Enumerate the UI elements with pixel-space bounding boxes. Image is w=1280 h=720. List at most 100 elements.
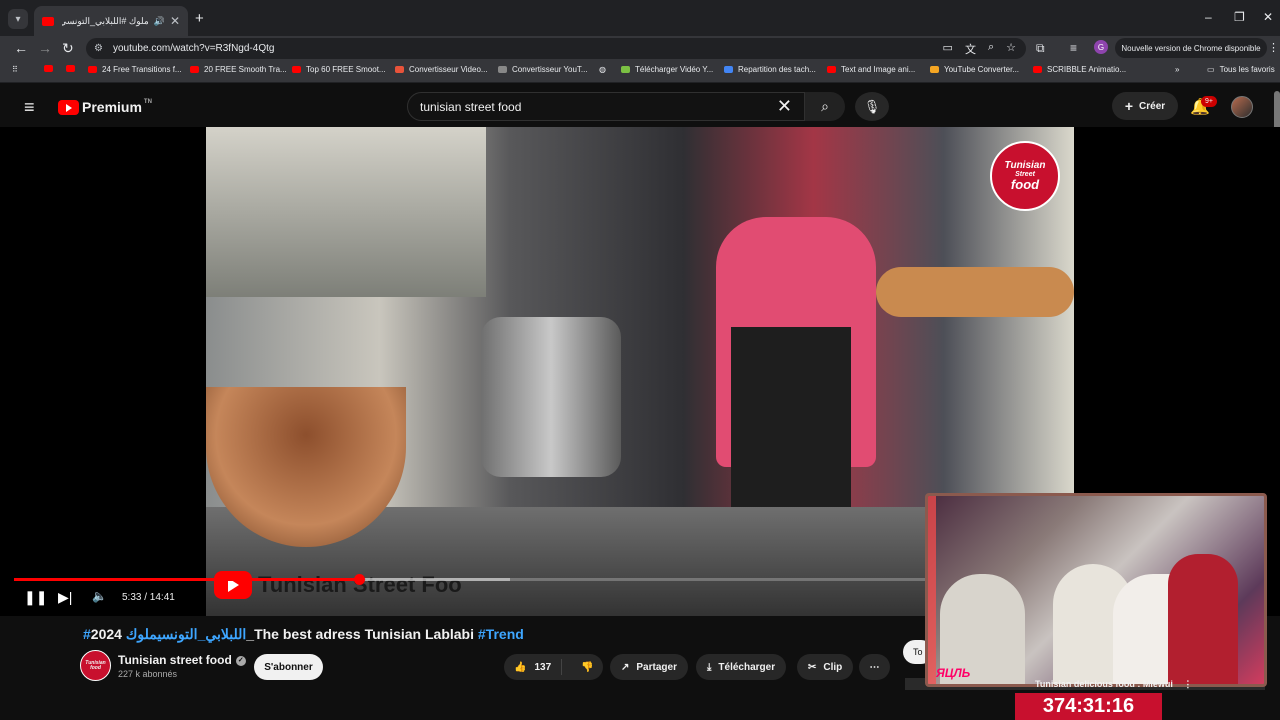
like-button[interactable]: 👍 137 bbox=[504, 659, 563, 675]
next-button[interactable]: ▶| bbox=[58, 589, 72, 606]
webcam-chair bbox=[1168, 554, 1238, 684]
minimize-button[interactable]: – bbox=[1205, 10, 1212, 24]
restore-button[interactable]: ❐ bbox=[1234, 10, 1245, 24]
create-button[interactable]: + Créer bbox=[1112, 92, 1178, 120]
bookmark-item[interactable]: 20 FREE Smooth Tra... bbox=[190, 65, 287, 74]
new-tab-button[interactable]: + bbox=[195, 10, 204, 27]
bookmark-youtube-1[interactable] bbox=[44, 65, 58, 72]
like-dislike-group: 👍 137 👎 bbox=[504, 654, 603, 680]
search-value[interactable]: tunisian street food bbox=[420, 100, 777, 114]
converter-icon bbox=[930, 66, 939, 73]
download-icon: ⤓ bbox=[707, 661, 712, 673]
close-window-button[interactable]: ✕ bbox=[1263, 10, 1273, 24]
bookmark-item[interactable]: Convertisseur Video... bbox=[395, 65, 488, 74]
zoom-icon[interactable]: ⌕ bbox=[988, 41, 994, 57]
search-icon: ⌕ bbox=[821, 98, 829, 114]
converter-icon bbox=[498, 66, 507, 73]
all-bookmarks-folder[interactable]: ▭ Tous les favoris bbox=[1207, 65, 1275, 74]
search-button[interactable]: ⌕ bbox=[805, 92, 845, 121]
forward-button[interactable]: → bbox=[38, 40, 52, 56]
media-control-icon[interactable]: ≡ bbox=[1070, 41, 1077, 55]
video-bread bbox=[876, 267, 1074, 317]
clip-button[interactable]: ✂ Clip bbox=[797, 654, 854, 680]
chrome-update-button[interactable]: Nouvelle version de Chrome disponible bbox=[1115, 38, 1267, 58]
speaker-icon[interactable]: 🔊 bbox=[154, 16, 165, 27]
download-button[interactable]: ⤓ Télécharger bbox=[696, 654, 787, 680]
download-icon bbox=[621, 66, 630, 73]
share-icon: ↗ bbox=[621, 661, 630, 673]
docs-icon bbox=[724, 66, 733, 73]
thumbs-down-icon: 👎 bbox=[581, 661, 594, 673]
progress-bar[interactable] bbox=[14, 574, 925, 585]
tab-title: ملوك #اللبلابي_التونسي (10) bbox=[62, 15, 149, 26]
url-text[interactable]: youtube.com/watch?v=R3fNgd-4Qtg bbox=[113, 43, 274, 54]
more-icon: ⋯ bbox=[869, 661, 880, 673]
chrome-menu-icon[interactable]: ⋮ bbox=[1268, 41, 1279, 54]
browser-tab-strip: ▾ ملوك #اللبلابي_التونسي (10) 🔊 ✕ + – ❐ … bbox=[0, 0, 1280, 36]
video-watermark: Tunisian Street Foo bbox=[214, 571, 462, 599]
clear-search-icon[interactable]: ✕ bbox=[777, 96, 792, 117]
youtube-play-icon bbox=[58, 99, 79, 115]
extensions-icon[interactable]: ⧉ bbox=[1036, 41, 1045, 56]
youtube-icon bbox=[1033, 66, 1042, 73]
tab-close-icon[interactable]: ✕ bbox=[170, 14, 180, 28]
translate-icon[interactable]: 文 bbox=[965, 41, 976, 57]
bookmark-globe[interactable]: ◍ bbox=[599, 65, 606, 74]
scissors-icon: ✂ bbox=[808, 661, 817, 673]
back-button[interactable]: ← bbox=[14, 40, 28, 56]
cast-icon[interactable]: ▭ bbox=[943, 41, 953, 57]
channel-avatar[interactable]: Tunisian food bbox=[80, 650, 111, 681]
more-actions-button[interactable]: ⋯ bbox=[859, 654, 890, 680]
title-hashtag[interactable]: #Trend bbox=[478, 626, 524, 642]
active-tab[interactable]: ملوك #اللبلابي_التونسي (10) 🔊 ✕ bbox=[34, 6, 188, 36]
bookmark-item[interactable]: 24 Free Transitions f... bbox=[88, 65, 182, 74]
menu-icon[interactable]: ≡ bbox=[24, 97, 35, 118]
bookmark-star-icon[interactable]: ☆ bbox=[1006, 41, 1016, 57]
bookmark-item[interactable]: Top 60 FREE Smoot... bbox=[292, 65, 386, 74]
pause-button[interactable]: ❚❚ bbox=[24, 589, 47, 606]
bookmark-item[interactable]: Text and Image ani... bbox=[827, 65, 915, 74]
bookmarks-bar: ⠿ 24 Free Transitions f... 20 FREE Smoot… bbox=[0, 61, 1280, 83]
bookmarks-overflow-icon[interactable]: » bbox=[1175, 65, 1179, 74]
webcam-sign: ЯЦЛЬ bbox=[936, 666, 971, 680]
bookmark-youtube-2[interactable] bbox=[66, 65, 80, 72]
account-avatar[interactable] bbox=[1231, 96, 1253, 118]
address-bar[interactable]: ⚙ youtube.com/watch?v=R3fNgd-4Qtg ▭ 文 ⌕ … bbox=[86, 38, 1026, 59]
bookmark-item[interactable]: SCRIBBLE Animatio... bbox=[1033, 65, 1126, 74]
bookmark-item[interactable]: Repartition des tach... bbox=[724, 65, 816, 74]
bookmark-item[interactable]: Télécharger Vidéo Y... bbox=[621, 65, 713, 74]
reload-button[interactable]: ↻ bbox=[62, 40, 74, 57]
youtube-logo-icon bbox=[214, 571, 252, 599]
profile-avatar[interactable]: G bbox=[1094, 40, 1108, 54]
voice-search-button[interactable]: 🎙 bbox=[855, 92, 889, 121]
verified-icon: ✓ bbox=[235, 655, 246, 666]
site-info-icon[interactable]: ⚙ bbox=[94, 43, 103, 54]
volume-icon[interactable]: 🔈 bbox=[92, 589, 107, 603]
browser-toolbar: ← → ↻ ⚙ youtube.com/watch?v=R3fNgd-4Qtg … bbox=[0, 36, 1280, 61]
dislike-button[interactable]: 👎 bbox=[569, 662, 605, 673]
apps-icon[interactable]: ⠿ bbox=[12, 65, 18, 74]
youtube-icon bbox=[66, 65, 75, 72]
scrubber-knob[interactable] bbox=[353, 574, 365, 585]
tab-search-button[interactable]: ▾ bbox=[8, 9, 28, 29]
youtube-icon bbox=[44, 65, 53, 72]
next-video-label: Tunisian delicious food : Mlewui ⋮ bbox=[1035, 679, 1193, 689]
more-icon[interactable]: ⋮ bbox=[1183, 679, 1192, 689]
time-display: 5:33 / 14:41 bbox=[122, 592, 175, 603]
video-street-scene bbox=[206, 127, 486, 297]
video-title: #اللبلابي_التونسيملوك 2024_The best adre… bbox=[83, 626, 524, 642]
subscriber-count: 227 k abonnés bbox=[118, 669, 178, 679]
youtube-icon bbox=[190, 66, 199, 73]
youtube-logo[interactable]: Premium TN bbox=[58, 99, 152, 115]
channel-name[interactable]: Tunisian street food ✓ bbox=[118, 653, 246, 667]
share-button[interactable]: ↗ Partager bbox=[610, 654, 688, 680]
subscribe-button[interactable]: S'abonner bbox=[254, 654, 323, 680]
channel-watermark-logo: Tunisian Street food bbox=[990, 141, 1060, 211]
youtube-icon bbox=[292, 66, 301, 73]
youtube-icon bbox=[827, 66, 836, 73]
microphone-icon: 🎙 bbox=[863, 98, 881, 114]
bookmark-item[interactable]: Convertisseur YouT... bbox=[498, 65, 588, 74]
bookmark-item[interactable]: YouTube Converter... bbox=[930, 65, 1019, 74]
search-input[interactable]: tunisian street food ✕ bbox=[407, 92, 805, 121]
notification-badge: 9+ bbox=[1201, 96, 1217, 107]
